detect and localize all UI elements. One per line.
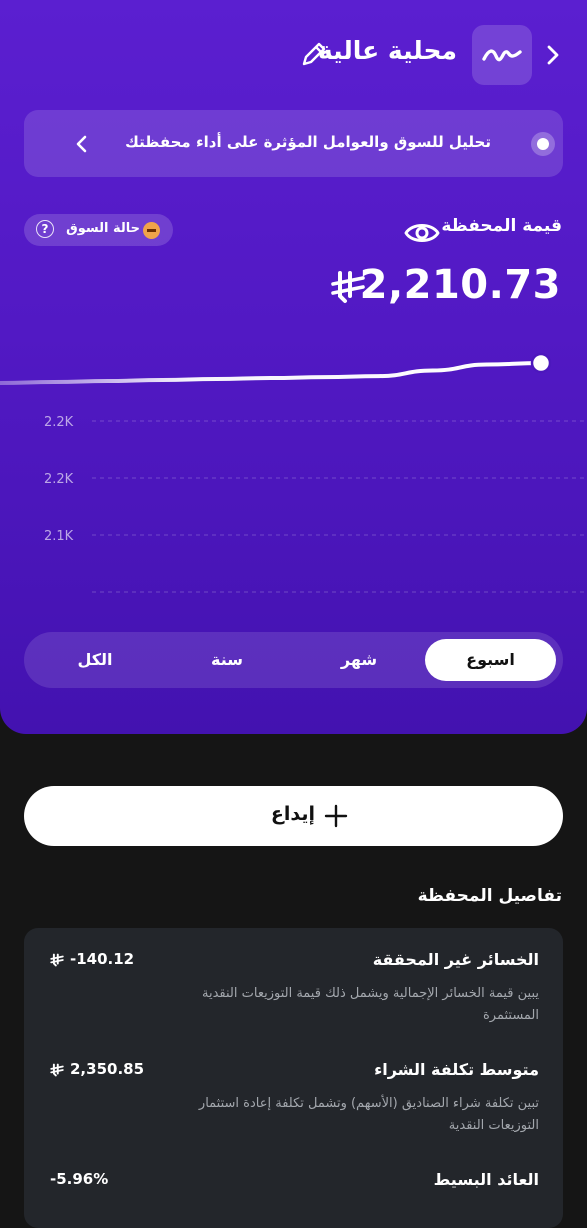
back-button[interactable] [540, 40, 568, 70]
tab-month[interactable]: شهر [304, 639, 414, 681]
deposit-label: إيداع [271, 803, 315, 825]
insight-text: تحليل للسوق والعوامل المؤثرة على أداء مح… [125, 133, 491, 151]
eye-icon [404, 218, 440, 248]
chart-series-line [0, 363, 541, 383]
market-status-label: حالة السوق [66, 221, 140, 236]
tab-all[interactable]: الكل [40, 639, 150, 681]
avg-cost-value: 2,350.85 [50, 1060, 144, 1078]
unrealized-losses-desc: يبين قيمة الخسائر الإجمالية ويشمل ذلك قي… [159, 983, 539, 1027]
fund-logo [472, 25, 532, 85]
saudi-riyal-icon [50, 1063, 64, 1077]
portfolio-value-label: قيمة المحفظة [441, 216, 562, 236]
chevron-left-icon [72, 134, 92, 154]
pencil-icon [298, 38, 330, 70]
chevron-right-icon [540, 40, 568, 70]
chart-y-tick-label: 2.2K [44, 415, 74, 430]
simple-return-value: -5.96% [50, 1170, 108, 1188]
chart-y-tick-label: 2.1K [44, 529, 74, 544]
top-bar: محلية عالية [0, 24, 587, 86]
avg-cost-title: متوسط تكلفة الشراء [374, 1060, 539, 1079]
portfolio-value: 2,210.73 [360, 262, 561, 308]
market-insight-card[interactable]: تحليل للسوق والعوامل المؤثرة على أداء مح… [24, 110, 563, 177]
tab-week[interactable]: اسبوع [425, 639, 556, 681]
unrealized-losses-amount: -140.12 [70, 950, 134, 968]
unrealized-losses-value: -140.12 [50, 950, 134, 968]
tab-year[interactable]: سنة [172, 639, 282, 681]
avg-cost-amount: 2,350.85 [70, 1060, 144, 1078]
portfolio-hero: محلية عالية تحليل للسوق والعوامل المؤثرة… [0, 0, 587, 734]
saudi-riyal-icon [330, 270, 366, 304]
portfolio-line-chart: 2.2K 2.2K 2.1K [0, 335, 587, 605]
market-status-indicator-icon [143, 222, 160, 239]
portfolio-details-card: الخسائر غير المحققة -140.12 يبين قيمة ال… [24, 928, 563, 1228]
toggle-visibility-button[interactable] [404, 218, 440, 248]
portfolio-details-title: تفاصيل المحفظة [418, 886, 562, 906]
chart-y-tick-label: 2.2K [44, 472, 74, 487]
saudi-riyal-icon [50, 953, 64, 967]
insight-radio-icon [531, 132, 555, 156]
time-range-selector: اسبوع شهر سنة الكل [24, 632, 563, 688]
chart-current-point [532, 354, 550, 372]
unrealized-losses-title: الخسائر غير المحققة [373, 950, 539, 969]
market-status-pill[interactable]: ? حالة السوق [24, 214, 173, 246]
wave-logo-icon [482, 43, 522, 67]
simple-return-title: العائد البسيط [434, 1170, 539, 1189]
help-icon[interactable]: ? [36, 220, 54, 238]
deposit-button[interactable]: إيداع [24, 786, 563, 846]
portfolio-title: محلية عالية [318, 36, 457, 65]
plus-icon [324, 804, 348, 828]
edit-name-button[interactable] [298, 38, 330, 70]
simple-return-amount: -5.96% [50, 1170, 108, 1188]
avg-cost-desc: تبين تكلفة شراء الصناديق (الأسهم) وتشمل … [159, 1093, 539, 1137]
